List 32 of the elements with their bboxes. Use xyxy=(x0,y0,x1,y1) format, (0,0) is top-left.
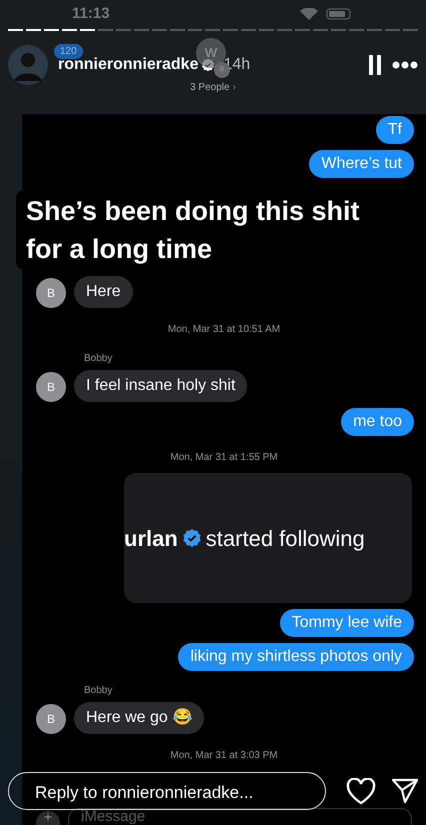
pause-icon[interactable] xyxy=(368,55,382,75)
contact-avatar: B xyxy=(36,704,66,734)
contact-avatar: B xyxy=(36,278,66,308)
username: urlan xyxy=(124,524,178,552)
received-message: Here xyxy=(74,276,133,308)
people-count[interactable]: 3 People xyxy=(190,80,230,95)
follow-notice: started following xyxy=(206,524,365,553)
sent-message: Tf xyxy=(376,116,414,144)
sender-name: Bobby xyxy=(84,353,112,364)
sent-message: liking my shirtless photos only xyxy=(178,643,414,671)
contact-avatar: B xyxy=(36,372,66,402)
story-caption: for a long time xyxy=(26,233,214,266)
count-badge: 120 xyxy=(54,44,83,59)
message-timestamp: Mon, Mar 31 at 10:51 AM xyxy=(168,323,280,337)
sent-message: me too xyxy=(341,408,414,436)
status-time: 11:13 xyxy=(72,4,110,24)
message-timestamp: Mon, Mar 31 at 3:03 PM xyxy=(170,749,278,763)
reply-field[interactable]: Reply to ronnieronnieradke... xyxy=(8,772,326,810)
message-timestamp: Mon, Mar 31 at 1:55 PM xyxy=(170,451,278,465)
send-icon[interactable] xyxy=(392,778,418,804)
received-message: I feel insane holy shit xyxy=(74,370,248,402)
chevron-icon: › xyxy=(232,80,236,95)
heart-icon[interactable] xyxy=(346,778,376,804)
sender-name: Bobby xyxy=(84,685,112,696)
received-message: Here we go 😂 xyxy=(74,702,204,734)
sent-message: Tommy lee wife xyxy=(280,609,414,637)
more-icon[interactable] xyxy=(392,61,418,69)
wifi-icon xyxy=(300,8,318,20)
profile-avatar xyxy=(8,45,48,85)
sent-message: Where’s tut xyxy=(309,150,414,178)
add-button[interactable]: + xyxy=(36,811,60,825)
story-caption: She’s been doing this shit xyxy=(26,195,360,228)
